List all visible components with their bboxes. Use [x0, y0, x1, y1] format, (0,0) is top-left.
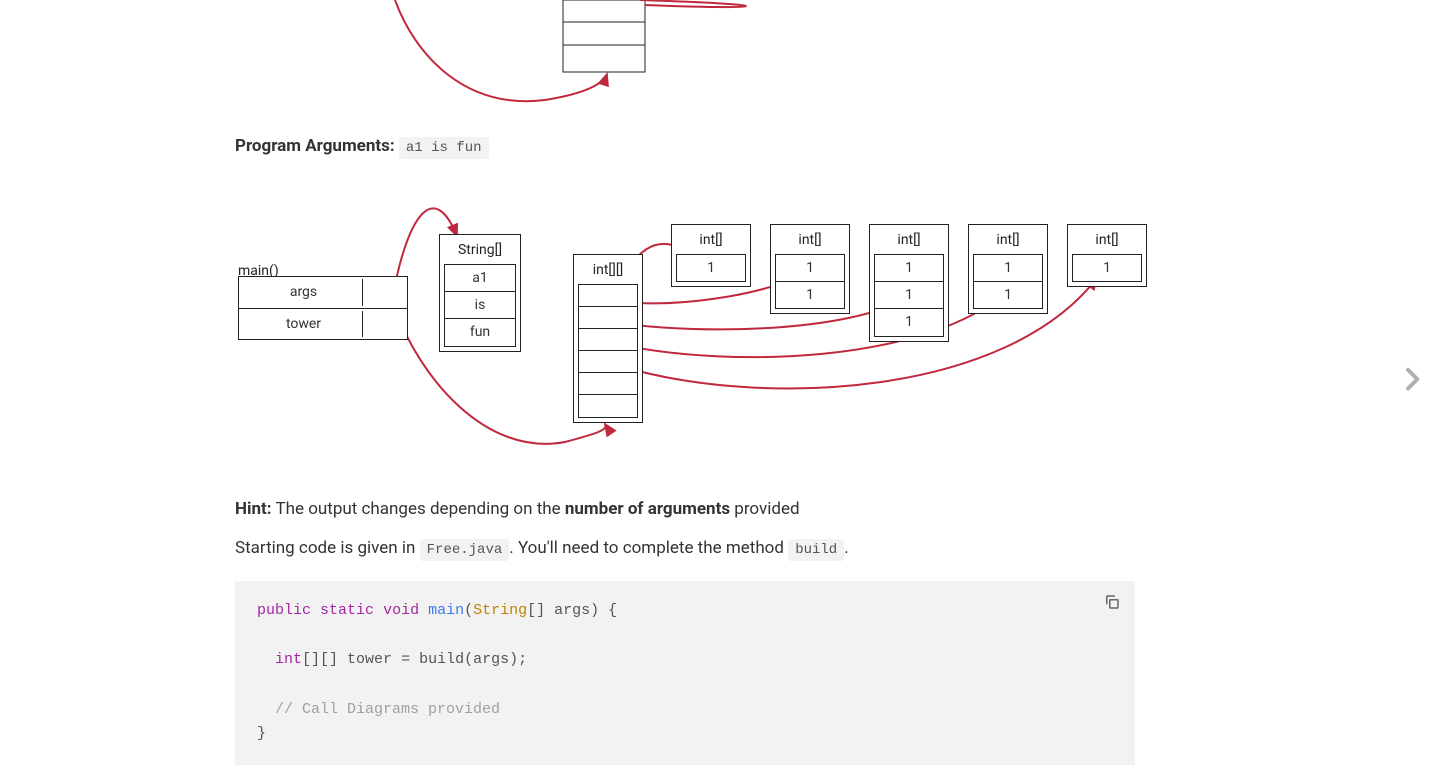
copy-icon[interactable]: [1103, 593, 1121, 621]
int-2d-array-box: int[][]: [573, 254, 643, 422]
int-array-2: int[] 1 1 1: [869, 224, 949, 342]
code-block: public static void main(String[] args) {…: [235, 581, 1135, 765]
program-arguments-line: Program Arguments: a1 is fun: [235, 133, 1135, 160]
int-array-0: int[] 1: [671, 224, 751, 287]
filename: Free.java: [420, 539, 510, 561]
string-array-box: String[] a1 is fun: [439, 234, 521, 352]
memory-diagram: main() args tower String[] a1 is fun int…: [235, 172, 1175, 472]
program-arguments-value: a1 is fun: [399, 137, 489, 159]
chevron-right-icon[interactable]: [1396, 363, 1428, 403]
diagram-fragment-top: [235, 0, 1135, 115]
starting-code-line: Starting code is given in Free.java. You…: [235, 535, 1135, 562]
hint-label: Hint:: [235, 499, 272, 519]
hint-line: Hint: The output changes depending on th…: [235, 496, 1135, 523]
hint-bold: number of arguments: [565, 499, 730, 519]
diagram-top-arrows: [235, 0, 1175, 115]
program-arguments-label: Program Arguments:: [235, 136, 395, 156]
method-name: build: [788, 539, 844, 561]
int-array-3: int[] 1 1: [968, 224, 1048, 314]
int-array-1: int[] 1 1: [770, 224, 850, 314]
int-array-4: int[] 1: [1067, 224, 1147, 287]
stack-frame: args tower: [238, 276, 408, 340]
